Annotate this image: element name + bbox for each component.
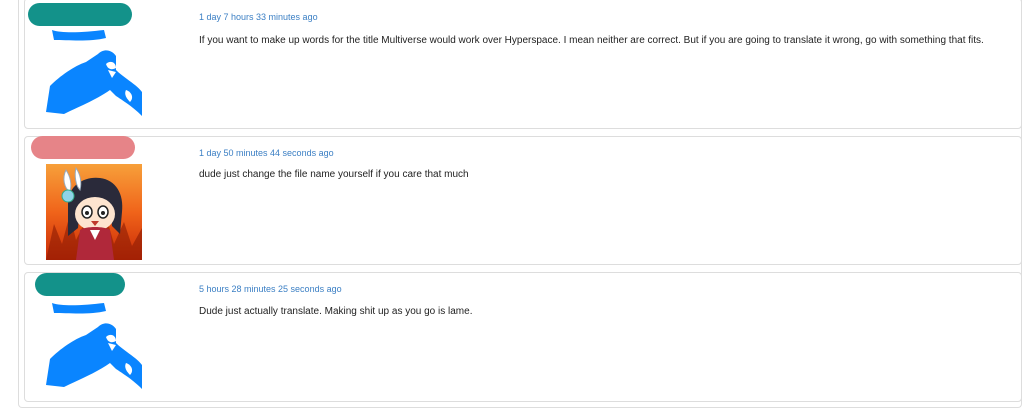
comment-text: dude just change the file name yourself … <box>199 169 469 180</box>
username-badge[interactable] <box>28 3 132 26</box>
comment-card: 1 day 7 hours 33 minutes ago If you want… <box>24 0 1022 129</box>
comment-timestamp[interactable]: 1 day 50 minutes 44 seconds ago <box>199 148 334 158</box>
username-badge[interactable] <box>31 136 135 159</box>
comment-timestamp[interactable]: 1 day 7 hours 33 minutes ago <box>199 12 318 22</box>
user-avatar[interactable] <box>46 299 142 395</box>
comment-text: If you want to make up words for the tit… <box>199 35 984 46</box>
comment-timestamp[interactable]: 5 hours 28 minutes 25 seconds ago <box>199 284 342 294</box>
comment-card: 5 hours 28 minutes 25 seconds ago Dude j… <box>24 272 1022 402</box>
comment-text: Dude just actually translate. Making shi… <box>199 306 473 317</box>
comment-card: 1 day 50 minutes 44 seconds ago dude jus… <box>24 136 1022 265</box>
user-avatar[interactable] <box>46 26 142 122</box>
username-badge[interactable] <box>35 273 125 296</box>
user-avatar[interactable] <box>46 164 142 260</box>
